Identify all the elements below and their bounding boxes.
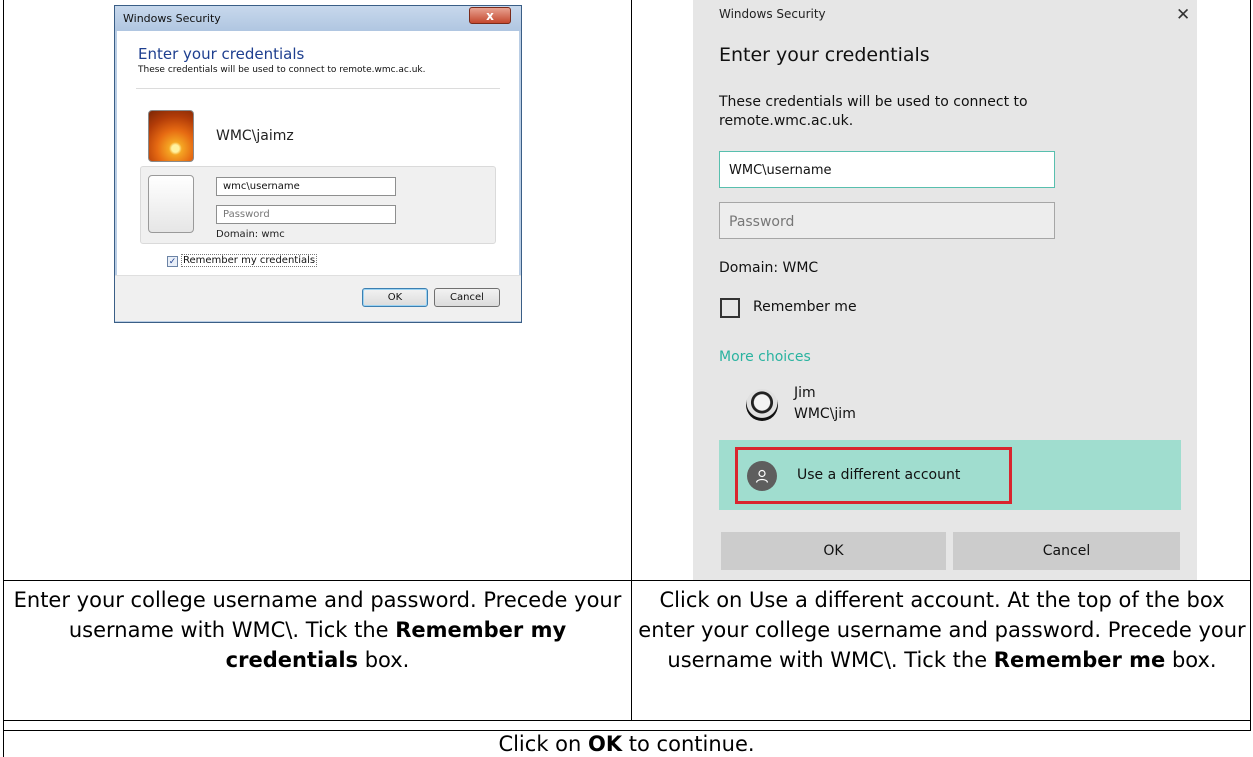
win7-subtext: These credentials will be used to connec… xyxy=(138,65,426,75)
win10-ok-button[interactable]: OK xyxy=(721,532,946,570)
win7-user-avatar[interactable] xyxy=(148,110,194,162)
win7-user-tile-icon xyxy=(148,175,194,233)
instruction-bottom-bold: OK xyxy=(588,732,623,756)
win10-different-account-label[interactable]: Use a different account xyxy=(797,467,960,483)
win10-account-avatar[interactable] xyxy=(746,389,778,421)
table-row-divider-2 xyxy=(3,720,1251,721)
win7-title: Windows Security xyxy=(123,12,221,25)
win10-subtext: These credentials will be used to connec… xyxy=(719,94,1028,129)
instruction-right-text2: box. xyxy=(1165,648,1217,672)
instruction-right-bold: Remember me xyxy=(993,648,1166,672)
instruction-bottom-text2: to continue. xyxy=(622,732,755,756)
instruction-right: Click on Use a different account. At the… xyxy=(633,585,1251,675)
win7-close-button[interactable]: x xyxy=(469,7,511,24)
win7-cancel-button[interactable]: Cancel xyxy=(434,288,500,307)
win10-cancel-button[interactable]: Cancel xyxy=(953,532,1180,570)
win7-domain-label: Domain: wmc xyxy=(216,229,285,240)
instruction-bottom-text1: Click on xyxy=(498,732,588,756)
instruction-left-text2: box. xyxy=(358,648,410,672)
win7-ok-button[interactable]: OK xyxy=(362,288,428,307)
table-border-left xyxy=(3,0,4,757)
win10-heading: Enter your credentials xyxy=(719,44,930,66)
instruction-bottom: Click on OK to continue. xyxy=(0,731,1253,757)
win7-heading: Enter your credentials xyxy=(138,45,305,63)
win10-more-choices-link[interactable]: More choices xyxy=(719,349,811,365)
instruction-left: Enter your college username and password… xyxy=(5,585,630,675)
win7-separator xyxy=(136,88,500,89)
win10-domain-label: Domain: WMC xyxy=(719,260,819,276)
win10-password-input[interactable]: Password xyxy=(719,202,1055,239)
win7-saved-user[interactable]: WMC\jaimz xyxy=(216,128,294,144)
win10-remember-label[interactable]: Remember me xyxy=(753,299,857,315)
win7-remember-label[interactable]: Remember my credentials xyxy=(181,254,318,267)
win10-account-id[interactable]: WMC\jim xyxy=(794,406,856,422)
win7-username-input[interactable]: wmc\username xyxy=(216,177,396,196)
win7-password-input[interactable]: Password xyxy=(216,205,396,224)
table-column-divider xyxy=(631,0,632,720)
win10-remember-checkbox[interactable] xyxy=(720,298,740,318)
win7-title-bar: Windows Security xyxy=(115,6,521,31)
win10-title: Windows Security xyxy=(719,7,826,21)
win10-close-icon[interactable]: ✕ xyxy=(1176,5,1190,25)
win7-remember-checkbox[interactable]: ✓ xyxy=(167,256,178,267)
win10-account-name[interactable]: Jim xyxy=(794,385,816,401)
win10-username-input[interactable]: WMC\username xyxy=(719,151,1055,188)
table-row-divider xyxy=(3,580,1251,581)
person-icon xyxy=(747,461,777,491)
